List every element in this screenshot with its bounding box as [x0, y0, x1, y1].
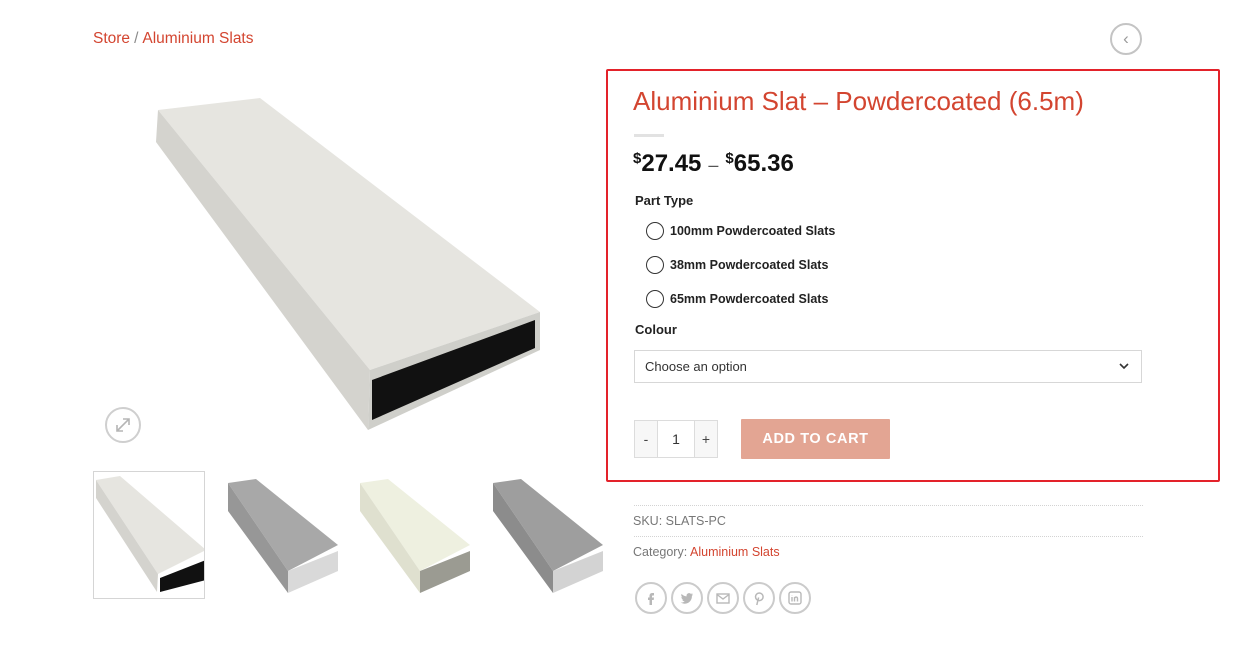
- category-line: Category: Aluminium Slats: [633, 545, 780, 559]
- pinterest-icon: [754, 592, 764, 606]
- product-thumbnail-3[interactable]: [358, 471, 470, 599]
- breadcrumb-store-link[interactable]: Store: [93, 30, 130, 47]
- product-thumbnail-1[interactable]: [93, 471, 205, 599]
- linkedin-icon: [788, 591, 802, 605]
- product-thumbnail-4[interactable]: [491, 471, 603, 599]
- product-main-image[interactable]: [110, 80, 590, 460]
- facebook-icon: [648, 593, 654, 605]
- previous-product-button[interactable]: ‹: [1110, 23, 1142, 55]
- highlight-box: [606, 69, 1220, 482]
- sku-label: SKU:: [633, 514, 663, 528]
- share-facebook-button[interactable]: [635, 582, 667, 614]
- meta-divider: [634, 505, 1143, 507]
- zoom-button[interactable]: [105, 407, 141, 443]
- category-label: Category:: [633, 545, 688, 559]
- share-linkedin-button[interactable]: [779, 582, 811, 614]
- email-icon: [716, 593, 730, 604]
- sku-line: SKU: SLATS-PC: [633, 514, 726, 528]
- twitter-icon: [680, 593, 693, 604]
- expand-icon: [116, 418, 130, 432]
- meta-divider: [634, 536, 1143, 538]
- chevron-left-icon: ‹: [1123, 29, 1129, 48]
- breadcrumb: Store / Aluminium Slats: [93, 30, 254, 48]
- breadcrumb-category-link[interactable]: Aluminium Slats: [142, 30, 253, 47]
- breadcrumb-separator: /: [134, 30, 139, 47]
- category-link[interactable]: Aluminium Slats: [690, 545, 780, 559]
- sku-value: SLATS-PC: [665, 514, 726, 528]
- share-email-button[interactable]: [707, 582, 739, 614]
- share-pinterest-button[interactable]: [743, 582, 775, 614]
- product-thumbnail-2[interactable]: [226, 471, 338, 599]
- share-twitter-button[interactable]: [671, 582, 703, 614]
